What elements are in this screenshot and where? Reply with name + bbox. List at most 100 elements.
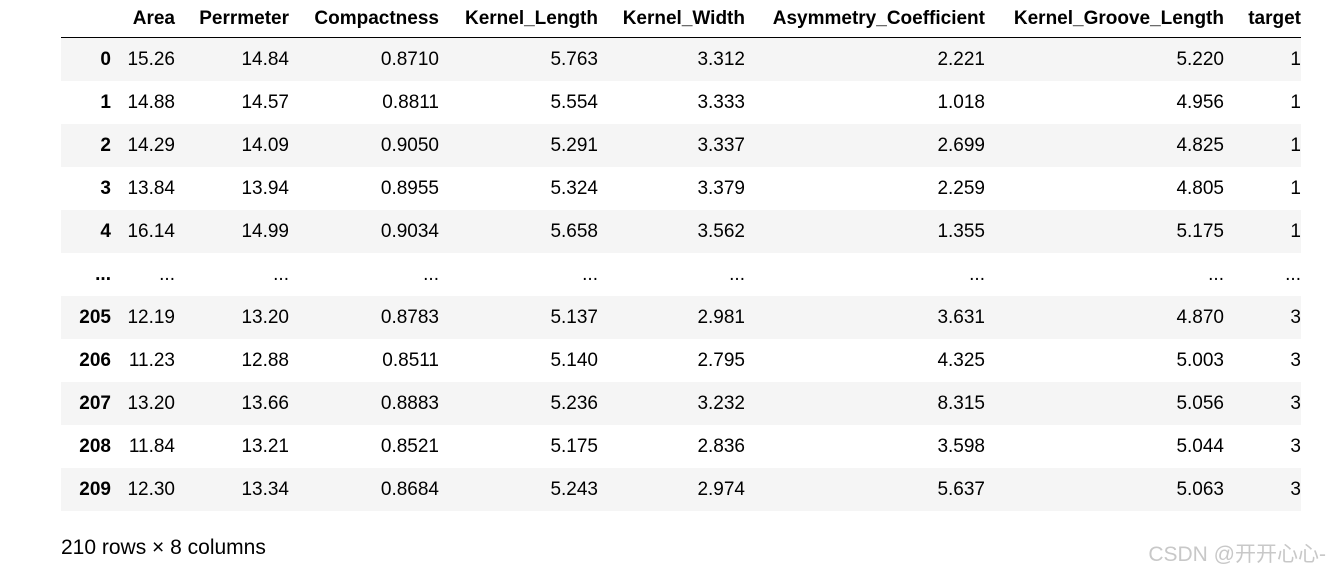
table-cell: 5.063 [1176,479,1224,500]
table-cell: 16.14 [127,221,175,242]
table-cell: 12.88 [241,350,289,371]
table-cell: 13.66 [241,393,289,414]
table-cell: 0.8783 [380,307,439,328]
table-cell: 1 [1290,92,1301,113]
table-cell: 5.554 [550,92,598,113]
table-cell: 13.94 [241,178,289,199]
table-cell: 3.232 [697,393,745,414]
column-header: Compactness [289,0,439,38]
table-cell: ... [159,264,175,285]
table-cell: 3.379 [697,178,745,199]
table-cell: 14.29 [127,135,175,156]
table-cell: 13.20 [241,307,289,328]
table-cell: 3.631 [937,307,985,328]
row-index: 205 [79,307,111,328]
table-row: 2 14.29 14.09 0.9050 5.291 3.337 2.699 4.825 1 [61,124,1301,167]
row-index: 208 [79,436,111,457]
table-cell: 12.19 [127,307,175,328]
table-row: 4 16.14 14.99 0.9034 5.658 3.562 1.355 5.175 1 [61,210,1301,253]
table-cell: 2.974 [697,479,745,500]
table-cell: 0.8710 [380,49,439,70]
table-body: 0 15.26 14.84 0.8710 5.763 3.312 2.221 5.220 1 1 1… [61,37,1301,511]
table-cell: 0.9050 [380,135,439,156]
column-header: Kernel_Groove_Length [985,0,1224,38]
table-cell: 5.044 [1176,436,1224,457]
table-cell: 0.8811 [382,92,439,113]
table-cell: 3 [1290,479,1301,500]
table-cell: 13.34 [241,479,289,500]
table-cell: 5.220 [1176,49,1224,70]
table-cell: 2.259 [937,178,985,199]
table-cell: 0.8883 [380,393,439,414]
table-cell: 2.795 [697,350,745,371]
table-cell: 3.337 [697,135,745,156]
table-row: 0 15.26 14.84 0.8710 5.763 3.312 2.221 5.220 1 [61,37,1301,81]
table-cell: 5.175 [1176,221,1224,242]
table-row: 209 12.30 13.34 0.8684 5.243 2.974 5.637 5.063 3 [61,468,1301,511]
table-cell: 3 [1290,307,1301,328]
table-cell: 5.291 [550,135,598,156]
table-cell: 4.870 [1176,307,1224,328]
table-cell: ... [1285,264,1301,285]
table-cell: 0.8521 [380,436,439,457]
table-cell: ... [969,264,985,285]
table-cell: 5.243 [550,479,598,500]
row-index: 1 [100,92,111,113]
table-cell: 3.598 [937,436,985,457]
table-cell: ... [582,264,598,285]
dataframe-shape: 210 rows × 8 columns [61,536,266,559]
table-cell: 3.562 [697,221,745,242]
table-cell: 5.658 [550,221,598,242]
table-cell: 12.30 [127,479,175,500]
table-cell: 14.09 [241,135,289,156]
table-cell: 14.88 [127,92,175,113]
table-cell: 3 [1290,350,1301,371]
table-cell: 3 [1290,393,1301,414]
table-cell: 1.355 [937,221,985,242]
table-cell: 5.763 [550,49,598,70]
table-cell: 1.018 [937,92,985,113]
table-cell: 2.221 [937,49,985,70]
table-cell: 5.056 [1176,393,1224,414]
table-cell: 2.699 [937,135,985,156]
table-cell: 3.333 [697,92,745,113]
table-cell: 5.137 [550,307,598,328]
table-cell: 5.175 [550,436,598,457]
table-cell: 1 [1290,178,1301,199]
table-row: 1 14.88 14.57 0.8811 5.554 3.333 1.018 4.956 1 [61,81,1301,124]
row-index: 3 [100,178,111,199]
table-row: 207 13.20 13.66 0.8883 5.236 3.232 8.315 5.056 3 [61,382,1301,425]
table-cell: 13.20 [127,393,175,414]
table-cell: ... [729,264,745,285]
table-header-row: Area Perrmeter Compactness Kernel_Length… [61,0,1301,38]
table-cell: 1 [1290,49,1301,70]
column-header: Perrmeter [175,0,289,38]
table-cell: 14.84 [241,49,289,70]
column-header: Kernel_Length [439,0,598,38]
table-row: ........................... [61,253,1301,296]
table-row: 205 12.19 13.20 0.8783 5.137 2.981 3.631 4.870 3 [61,296,1301,339]
table-cell: 15.26 [127,49,175,70]
table-cell: ... [423,264,439,285]
row-index: 4 [100,221,111,242]
column-header: target [1224,0,1301,38]
table-row: 208 11.84 13.21 0.8521 5.175 2.836 3.598 5.044 3 [61,425,1301,468]
table-row: 3 13.84 13.94 0.8955 5.324 3.379 2.259 4.805 1 [61,167,1301,210]
table-cell: 5.003 [1176,350,1224,371]
column-header: Kernel_Width [598,0,745,38]
table-cell: ... [273,264,289,285]
table-cell: 4.825 [1176,135,1224,156]
column-header: Area [111,0,175,38]
table-cell: ... [1208,264,1224,285]
row-index: 0 [100,49,111,70]
table-cell: 1 [1290,221,1301,242]
dataframe-table: Area Perrmeter Compactness Kernel_Length… [61,0,1301,511]
dataframe-output: Area Perrmeter Compactness Kernel_Length… [61,0,1301,511]
row-index: ... [95,264,111,285]
table-cell: 0.8511 [382,350,439,371]
table-cell: 3.312 [697,49,745,70]
watermark: CSDN @开开心心- [1148,543,1326,566]
table-cell: 3 [1290,436,1301,457]
table-cell: 4.956 [1176,92,1224,113]
table-cell: 0.8955 [380,178,439,199]
